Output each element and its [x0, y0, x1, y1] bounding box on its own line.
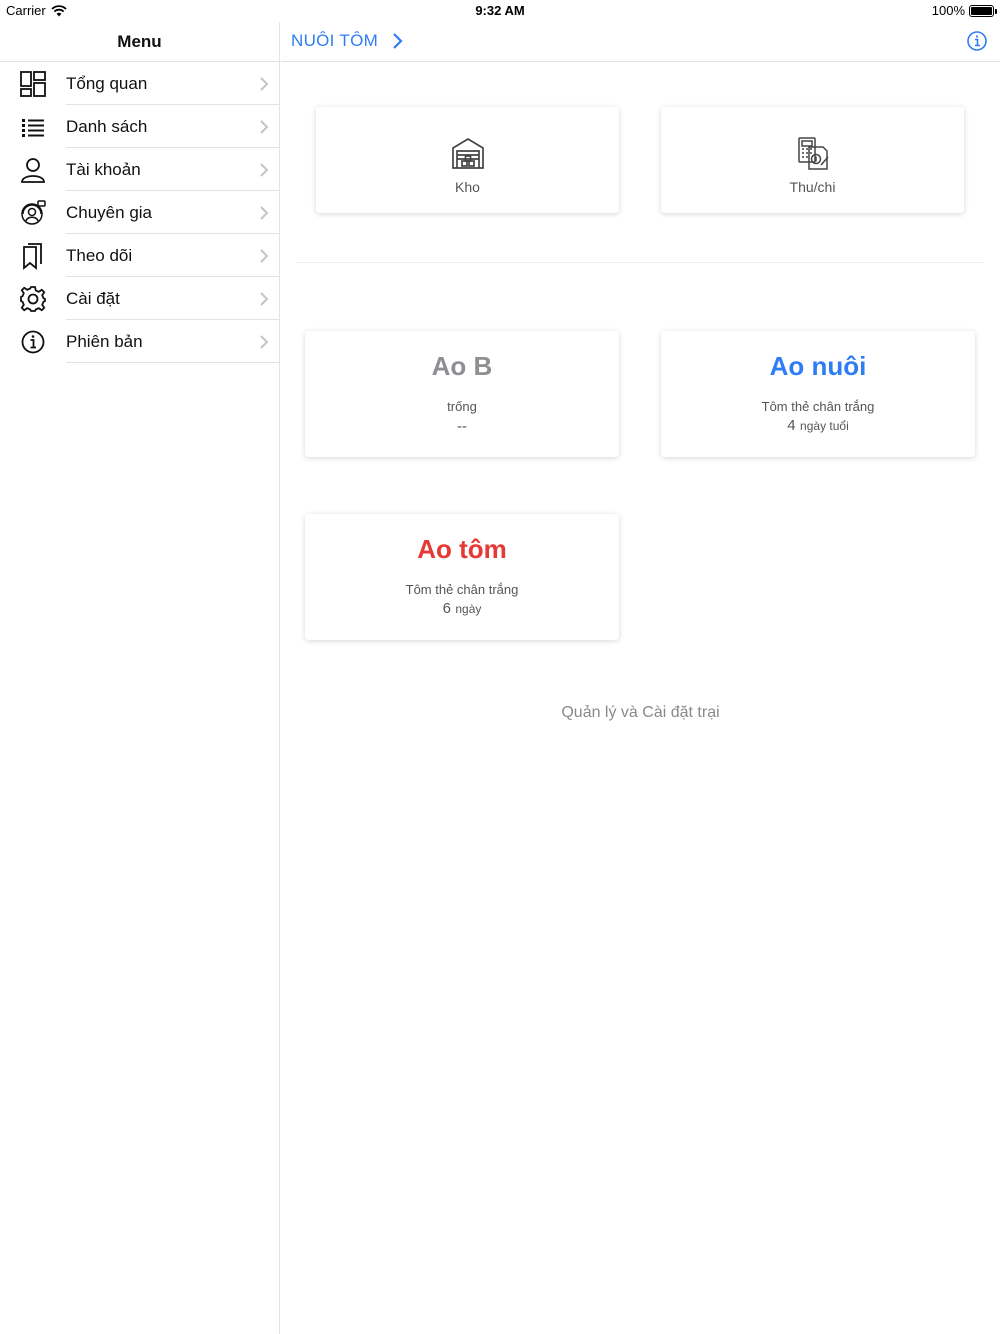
pond-card[interactable]: Ao nuôi Tôm thẻ chân trắng 4 ngày tuổi — [661, 331, 975, 457]
pond-age: 6 ngày — [305, 600, 619, 618]
pond-name: Ao B — [431, 351, 493, 381]
pond-status: trống — [447, 399, 477, 414]
battery-percent: 100% — [931, 3, 965, 18]
pond-age-value: -- — [457, 418, 467, 435]
chevron-right-icon — [249, 119, 279, 135]
page-title: NUÔI TÔM — [291, 31, 379, 50]
farm-title-button[interactable]: NUÔI TÔM — [291, 31, 404, 51]
chevron-right-icon — [249, 205, 279, 221]
sidebar-item-expert[interactable]: Chuyên gia — [0, 191, 279, 234]
pond-card[interactable]: Ao B trống -- — [305, 331, 619, 457]
tile-warehouse[interactable]: Kho — [316, 107, 619, 213]
info-icon[interactable] — [966, 30, 988, 52]
chevron-right-icon — [249, 291, 279, 307]
battery-icon — [969, 4, 997, 17]
chevron-right-icon — [393, 33, 403, 49]
info-icon — [0, 320, 66, 363]
sidebar-item-label: Chuyên gia — [66, 202, 153, 222]
pond-status: Tôm thẻ chân trắng — [761, 399, 875, 414]
warehouse-icon — [451, 138, 484, 169]
pond-age-value: 6 — [442, 600, 451, 617]
main-panel: NUÔI TÔM Kho Thu/chi Ao B trống -- Ao nu… — [281, 22, 1000, 1334]
chevron-right-icon — [249, 162, 279, 178]
sidebar-item-list[interactable]: Danh sách — [0, 105, 279, 148]
tile-label: Thu/chi — [789, 179, 836, 195]
pond-age: 4 ngày tuổi — [661, 417, 975, 435]
pond-age: -- — [305, 418, 619, 436]
chevron-right-icon — [249, 76, 279, 92]
sidebar-item-label: Tài khoản — [66, 159, 141, 179]
chevron-right-icon — [249, 248, 279, 264]
sidebar-item-overview[interactable]: Tổng quan — [0, 62, 279, 105]
nav-bar: NUÔI TÔM — [281, 22, 1000, 62]
bookmarks-icon — [0, 234, 66, 277]
sidebar-item-label: Phiên bản — [66, 331, 143, 351]
pond-card[interactable]: Ao tôm Tôm thẻ chân trắng 6 ngày — [305, 514, 619, 640]
sidebar-title: Menu — [0, 22, 279, 62]
dashboard-icon — [0, 62, 66, 105]
sidebar-item-label: Tổng quan — [66, 73, 148, 93]
pond-age-value: 4 — [787, 417, 796, 434]
gear-icon — [0, 277, 66, 320]
section-divider — [297, 262, 984, 263]
pond-age-unit: ngày — [455, 602, 482, 616]
status-right: 100% — [931, 3, 997, 18]
sidebar-item-follow[interactable]: Theo dõi — [0, 234, 279, 277]
tile-label: Kho — [455, 179, 480, 195]
sidebar-item-label: Theo dõi — [66, 245, 133, 265]
sidebar: Menu Tổng quan Danh sách Tài khoản Chuyê… — [0, 22, 280, 1334]
pond-name: Ao nuôi — [769, 351, 867, 381]
expert-support-icon — [0, 191, 66, 234]
tile-income-expense[interactable]: Thu/chi — [661, 107, 964, 213]
sidebar-item-label: Danh sách — [66, 116, 148, 136]
footer-note: Quản lý và Cài đặt trại — [561, 704, 720, 721]
pond-age-unit: ngày tuổi — [800, 419, 849, 433]
pond-status: Tôm thẻ chân trắng — [405, 582, 519, 597]
pond-name: Ao tôm — [417, 534, 507, 564]
user-icon — [0, 148, 66, 191]
sidebar-item-settings[interactable]: Cài đặt — [0, 277, 279, 320]
sidebar-item-label: Cài đặt — [66, 288, 120, 308]
status-time: 9:32 AM — [475, 3, 525, 18]
list-icon — [0, 105, 66, 148]
status-bar: Carrier 9:32 AM 100% — [0, 0, 1000, 22]
sidebar-item-account[interactable]: Tài khoản — [0, 148, 279, 191]
calculator-receipt-icon — [797, 137, 829, 170]
sidebar-item-version[interactable]: Phiên bản — [0, 320, 279, 363]
chevron-right-icon — [249, 334, 279, 350]
